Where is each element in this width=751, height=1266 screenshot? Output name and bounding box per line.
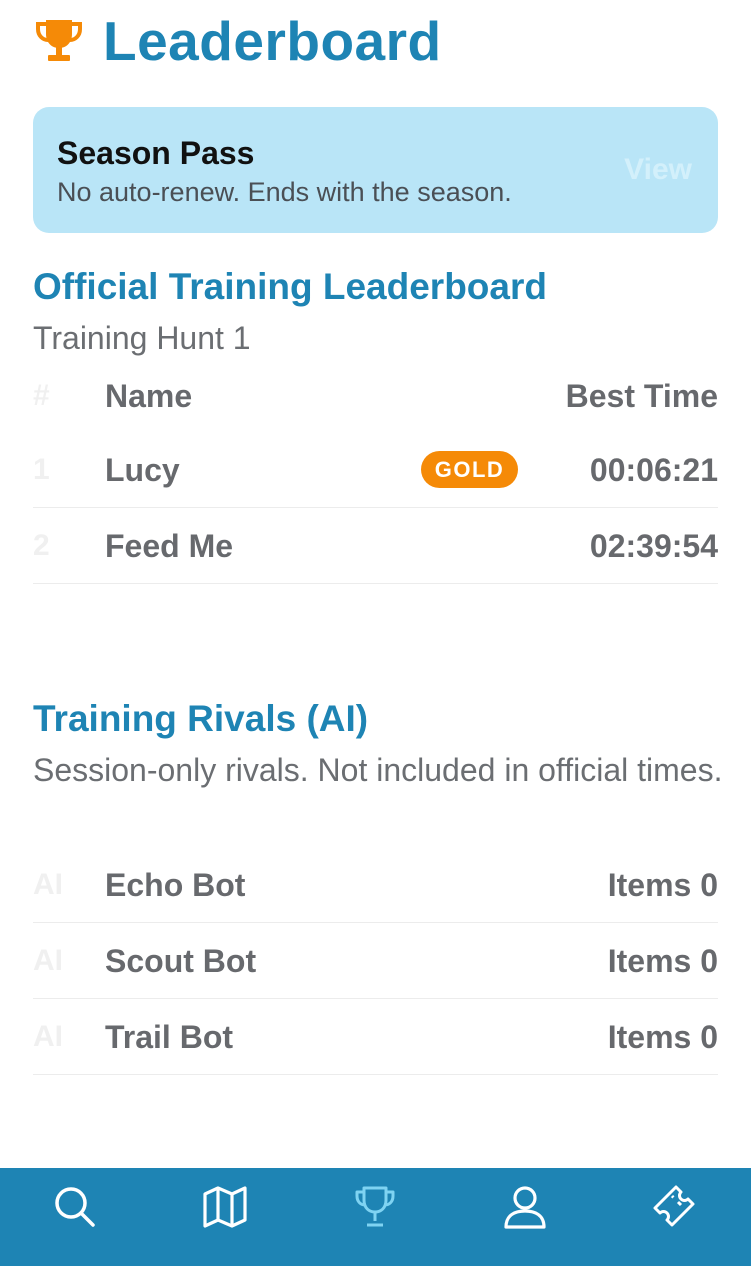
training-rivals-subtitle: Session-only rivals. Not included in off… bbox=[33, 752, 723, 788]
rank-column-header: # bbox=[33, 379, 50, 412]
rival-row[interactable]: AI Scout Bot Items 0 bbox=[33, 923, 718, 999]
tab-profile[interactable] bbox=[500, 1182, 550, 1232]
gold-badge: GOLD bbox=[421, 451, 518, 488]
rival-name: Trail Bot bbox=[105, 1019, 234, 1055]
rival-row[interactable]: AI Echo Bot Items 0 bbox=[33, 847, 718, 923]
player-name: Lucy bbox=[105, 452, 180, 488]
leaderboard-header-row: # Name Best Time bbox=[33, 358, 718, 434]
rival-row[interactable]: AI Trail Bot Items 0 bbox=[33, 999, 718, 1075]
season-pass-title: Season Pass bbox=[57, 135, 255, 171]
best-time: 02:39:54 bbox=[589, 528, 718, 564]
page-header: Leaderboard bbox=[33, 10, 442, 72]
training-rivals-title: Training Rivals (AI) bbox=[33, 698, 369, 739]
season-pass-banner[interactable]: Season Pass No auto-renew. Ends with the… bbox=[33, 107, 718, 233]
leaderboard-screen: Leaderboard Season Pass No auto-renew. E… bbox=[0, 0, 751, 1266]
tab-search[interactable] bbox=[50, 1182, 100, 1232]
official-leaderboard-title: Official Training Leaderboard bbox=[33, 266, 547, 307]
official-leaderboard-subtitle: Training Hunt 1 bbox=[33, 320, 251, 356]
view-pass-button[interactable]: View bbox=[624, 153, 692, 187]
rival-items: Items 0 bbox=[607, 943, 718, 979]
best-time-column-header: Best Time bbox=[565, 378, 718, 414]
leaderboard-row[interactable]: 2 Feed Me 02:39:54 bbox=[33, 508, 718, 584]
rival-rank: AI bbox=[33, 944, 63, 977]
page-title: Leaderboard bbox=[103, 10, 442, 72]
rival-items: Items 0 bbox=[607, 867, 718, 903]
player-name: Feed Me bbox=[105, 528, 234, 564]
rival-name: Scout Bot bbox=[105, 943, 257, 979]
tab-leaderboard[interactable] bbox=[350, 1182, 400, 1232]
tab-map[interactable] bbox=[200, 1182, 250, 1232]
leaderboard-row[interactable]: 1 Lucy GOLD 00:06:21 bbox=[33, 432, 718, 508]
best-time: 00:06:21 bbox=[589, 452, 718, 488]
search-icon bbox=[55, 1187, 95, 1227]
rival-rank: AI bbox=[33, 1020, 63, 1053]
season-pass-subtitle: No auto-renew. Ends with the season. bbox=[57, 177, 512, 207]
trophy-icon bbox=[36, 20, 82, 61]
rank-number: 2 bbox=[33, 529, 50, 562]
rival-items: Items 0 bbox=[607, 1019, 718, 1055]
bottom-tab-bar bbox=[0, 1168, 751, 1266]
profile-icon bbox=[504, 1186, 546, 1229]
rank-number: 1 bbox=[33, 453, 50, 486]
name-column-header: Name bbox=[105, 378, 193, 414]
map-icon bbox=[203, 1186, 247, 1228]
rival-rank: AI bbox=[33, 868, 63, 901]
rival-name: Echo Bot bbox=[105, 867, 246, 903]
ticket-icon bbox=[653, 1185, 695, 1227]
trophy-icon bbox=[355, 1186, 395, 1227]
tab-tickets[interactable] bbox=[650, 1182, 700, 1232]
